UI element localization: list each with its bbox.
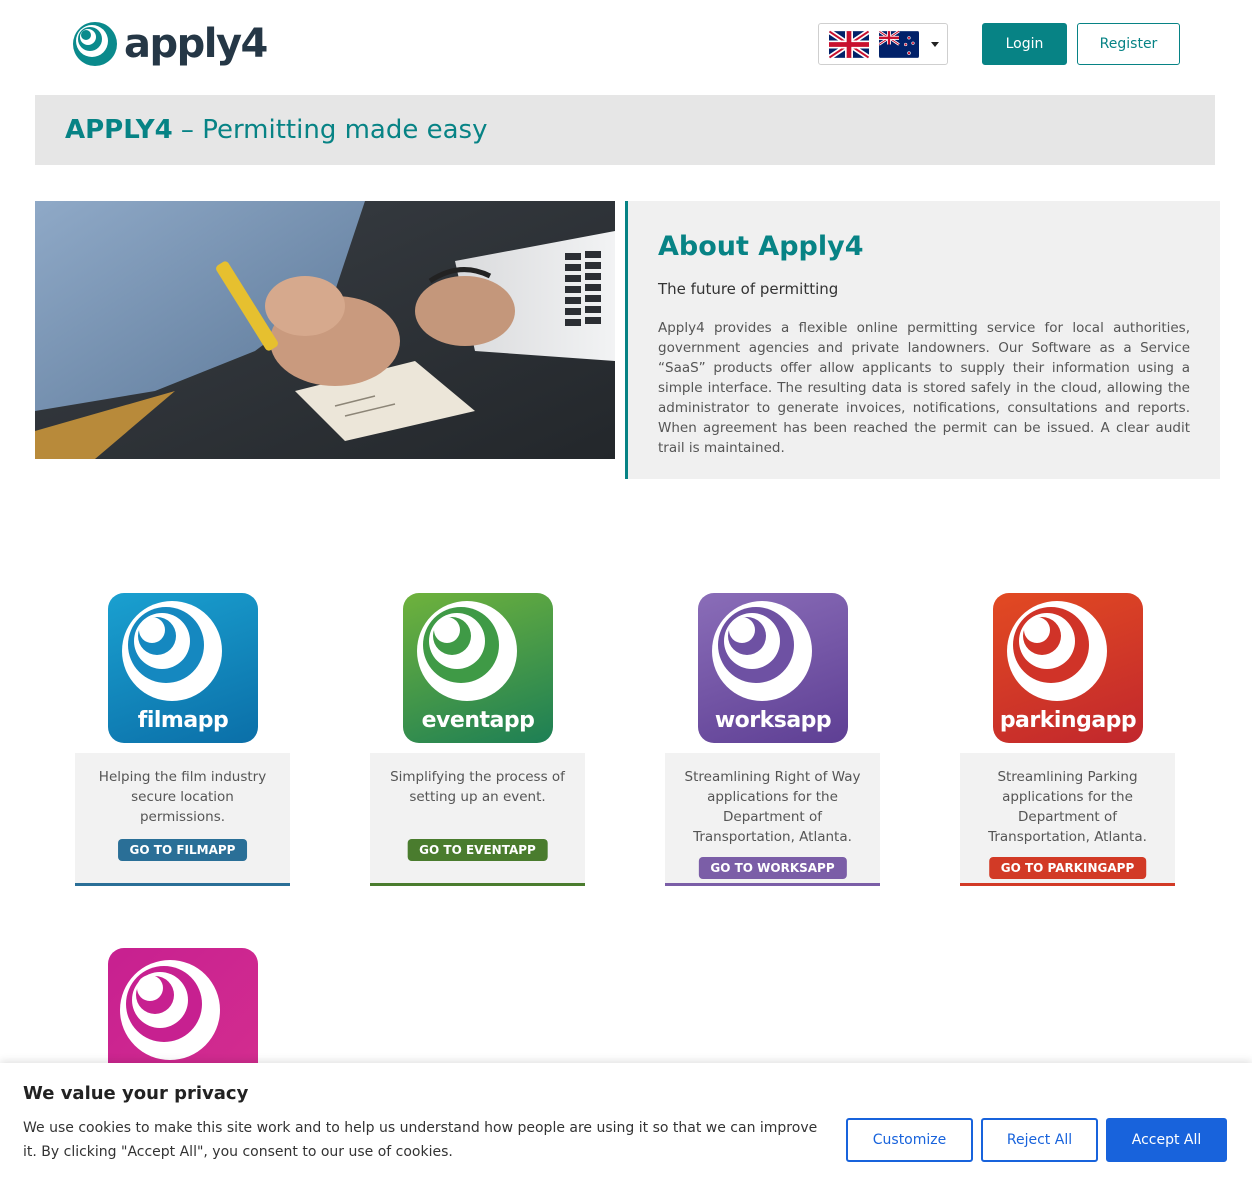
cookie-title: We value your privacy: [23, 1083, 249, 1104]
language-selector[interactable]: [818, 23, 948, 65]
app-description: Simplifying the process of setting up an…: [390, 769, 565, 805]
about-body: Apply4 provides a flexible online permit…: [658, 320, 1190, 456]
go-to-parkingapp-button[interactable]: GO TO PARKINGAPP: [988, 857, 1147, 879]
eventapp-icon[interactable]: eventapp: [403, 593, 553, 743]
page-banner: APPLY4 – Permitting made easy: [35, 95, 1215, 165]
login-button[interactable]: Login: [982, 23, 1067, 65]
register-button[interactable]: Register: [1077, 23, 1180, 65]
nz-flag-icon: [879, 29, 919, 58]
apply4-logo[interactable]: apply4: [72, 20, 272, 68]
app-description: Streamlining Parking applications for th…: [988, 769, 1147, 845]
app-card: Simplifying the process of setting up an…: [370, 753, 585, 886]
filmapp-icon[interactable]: filmapp: [108, 593, 258, 743]
about-title: About Apply4: [658, 231, 864, 262]
hero-image: [35, 201, 615, 459]
go-to-worksapp-button[interactable]: GO TO WORKSAPP: [698, 857, 847, 879]
app-icon-label: worksapp: [714, 708, 832, 733]
brand-name: APPLY4: [65, 115, 173, 145]
logo-text: apply4: [124, 21, 268, 67]
uk-flag-icon: [829, 29, 869, 59]
app-description: Helping the film industry secure locatio…: [98, 769, 267, 825]
tagline: – Permitting made easy: [172, 115, 488, 145]
accept-all-button[interactable]: Accept All: [1106, 1118, 1227, 1162]
app-icon-label: parkingapp: [999, 708, 1137, 733]
apply4-swirl-icon: [73, 22, 117, 66]
customize-button[interactable]: Customize: [846, 1118, 973, 1162]
go-to-filmapp-button[interactable]: GO TO FILMAPP: [117, 839, 248, 861]
page-title: APPLY4 – Permitting made easy: [65, 115, 487, 145]
worksapp-icon[interactable]: worksapp: [698, 593, 848, 743]
app-card: Streamlining Right of Way applications f…: [665, 753, 880, 886]
about-subtitle: The future of permitting: [658, 280, 839, 298]
app-description: Streamlining Right of Way applications f…: [684, 769, 861, 845]
cookie-consent-bar: We value your privacy We use cookies to …: [0, 1063, 1252, 1179]
app-icon-label: filmapp: [137, 708, 229, 733]
parkingapp-icon[interactable]: parkingapp: [993, 593, 1143, 743]
about-section: About Apply4 The future of permitting Ap…: [625, 201, 1220, 479]
reject-all-button[interactable]: Reject All: [981, 1118, 1098, 1162]
app-card: Streamlining Parking applications for th…: [960, 753, 1175, 886]
app-card: Helping the film industry secure locatio…: [75, 753, 290, 886]
go-to-eventapp-button[interactable]: GO TO EVENTAPP: [407, 839, 548, 861]
cookie-text: We use cookies to make this site work an…: [23, 1120, 818, 1160]
app-icon-label: eventapp: [421, 708, 535, 733]
chevron-down-icon: [931, 41, 939, 47]
